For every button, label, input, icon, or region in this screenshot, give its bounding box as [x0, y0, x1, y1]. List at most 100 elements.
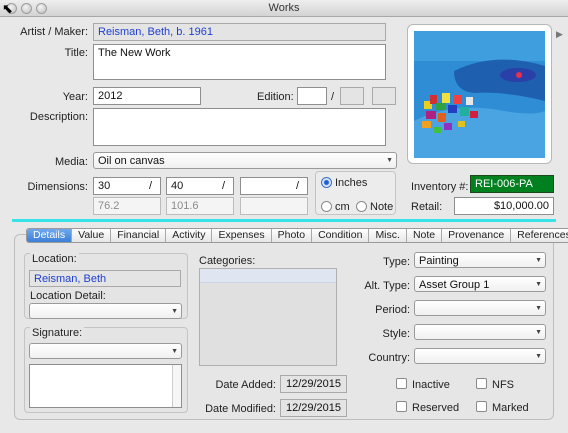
- tab-misc[interactable]: Misc.: [369, 229, 407, 242]
- type-value: Painting: [419, 255, 459, 267]
- tab-details[interactable]: Details: [27, 229, 73, 242]
- categories-list-row[interactable]: [200, 269, 336, 283]
- alt-type-value: Asset Group 1: [419, 279, 490, 291]
- tab-activity[interactable]: Activity: [166, 229, 213, 242]
- inventory-label: Inventory #:: [411, 181, 469, 193]
- signature-label: Signature:: [30, 327, 85, 339]
- year-label: Year:: [62, 91, 88, 103]
- tab-expenses[interactable]: Expenses: [212, 229, 272, 242]
- chevron-down-icon: ▼: [535, 305, 542, 312]
- dimension-separator: /: [148, 180, 152, 192]
- edition-label: Edition:: [257, 91, 294, 103]
- artwork-image-frame[interactable]: [407, 24, 552, 164]
- country-select[interactable]: ▼: [414, 348, 546, 364]
- signature-notes-field[interactable]: [29, 364, 182, 408]
- alt-type-label: Alt. Type:: [364, 280, 410, 292]
- units-cm-label: cm: [335, 201, 350, 213]
- title-field[interactable]: The New Work: [93, 44, 386, 80]
- inactive-checkbox[interactable]: [396, 378, 407, 389]
- style-label: Style:: [382, 328, 410, 340]
- tab-photo[interactable]: Photo: [272, 229, 313, 242]
- date-modified-label: Date Modified:: [205, 403, 276, 415]
- edition-extra-field[interactable]: [372, 87, 396, 105]
- nfs-label: NFS: [492, 379, 514, 391]
- inactive-label: Inactive: [412, 379, 450, 391]
- tab-value[interactable]: Value: [72, 229, 112, 242]
- units-inches-radio[interactable]: [321, 177, 332, 188]
- accent-divider: [12, 219, 556, 222]
- window-titlebar: Works: [0, 0, 568, 17]
- title-label: Title:: [64, 47, 88, 59]
- chevron-down-icon: ▼: [535, 281, 542, 288]
- date-modified-field: 12/29/2015: [280, 399, 347, 417]
- reserved-label: Reserved: [412, 402, 460, 414]
- dimension-height-field[interactable]: 30 /: [93, 177, 161, 195]
- chevron-down-icon: ▼: [171, 308, 178, 315]
- media-label: Media:: [54, 156, 88, 168]
- tab-note[interactable]: Note: [407, 229, 443, 242]
- units-inches-label: Inches: [335, 177, 368, 189]
- units-cm-radio[interactable]: [321, 201, 332, 212]
- type-label: Type:: [383, 256, 410, 268]
- disclosure-arrow-icon[interactable]: ▶: [556, 29, 563, 40]
- artist-label: Artist / Maker:: [20, 26, 88, 38]
- tab-financial[interactable]: Financial: [111, 229, 167, 242]
- edition-separator: /: [331, 91, 335, 103]
- dimensions-label: Dimensions:: [27, 181, 88, 193]
- zoom-window-button[interactable]: [36, 3, 47, 14]
- signature-scrollbar[interactable]: [172, 365, 181, 407]
- tab-provenance[interactable]: Provenance: [442, 229, 512, 242]
- dimension-height-cm: 76.2: [93, 197, 161, 215]
- dimension-height-value: 30: [98, 180, 111, 192]
- dimension-width-field[interactable]: 40 /: [166, 177, 234, 195]
- inventory-field[interactable]: REI-006-PA: [470, 175, 554, 193]
- retail-field[interactable]: $10,000.00: [454, 197, 554, 215]
- chevron-down-icon: ▼: [535, 329, 542, 336]
- categories-list[interactable]: [199, 268, 337, 366]
- tab-bar: Details Value Financial Activity Expense…: [26, 228, 568, 243]
- dimension-depth-cm: [240, 197, 308, 215]
- minimize-window-button[interactable]: [21, 3, 32, 14]
- mouse-cursor-icon: ⬉: [2, 1, 13, 16]
- units-note-radio[interactable]: [356, 201, 367, 212]
- location-label: Location:: [30, 253, 79, 265]
- artwork-thumbnail: [414, 31, 545, 158]
- categories-label: Categories:: [199, 255, 256, 267]
- edition-number-field[interactable]: [297, 87, 327, 105]
- dimension-width-value: 40: [171, 180, 184, 192]
- edition-total-field[interactable]: [340, 87, 364, 105]
- nfs-checkbox[interactable]: [476, 378, 487, 389]
- period-select[interactable]: ▼: [414, 300, 546, 316]
- media-value: Oil on canvas: [98, 155, 165, 167]
- description-field[interactable]: [93, 108, 386, 146]
- dimension-separator: /: [221, 180, 225, 192]
- description-label: Description:: [29, 111, 88, 123]
- date-added-label: Date Added:: [215, 379, 276, 391]
- period-label: Period:: [375, 304, 410, 316]
- alt-type-select[interactable]: Asset Group 1 ▼: [414, 276, 546, 292]
- style-select[interactable]: ▼: [414, 324, 546, 340]
- tab-condition[interactable]: Condition: [312, 229, 370, 242]
- chevron-down-icon: ▼: [535, 353, 542, 360]
- artist-field[interactable]: Reisman, Beth, b. 1961: [93, 23, 386, 41]
- chevron-down-icon: ▼: [171, 348, 178, 355]
- type-select[interactable]: Painting ▼: [414, 252, 546, 268]
- dimension-separator: /: [295, 180, 299, 192]
- year-field[interactable]: 2012: [93, 87, 201, 105]
- units-note-label: Note: [370, 201, 394, 213]
- location-detail-select[interactable]: ▼: [29, 303, 182, 319]
- dimension-depth-field[interactable]: /: [240, 177, 308, 195]
- date-added-field: 12/29/2015: [280, 375, 347, 393]
- signature-select[interactable]: ▼: [29, 343, 182, 359]
- media-select[interactable]: Oil on canvas ▼: [93, 152, 397, 169]
- country-label: Country:: [368, 352, 410, 364]
- window-title: Works: [268, 2, 300, 14]
- tab-references[interactable]: References: [511, 229, 568, 242]
- dimension-width-cm: 101.6: [166, 197, 234, 215]
- chevron-down-icon: ▼: [535, 257, 542, 264]
- marked-checkbox[interactable]: [476, 401, 487, 412]
- retail-label: Retail:: [411, 201, 443, 213]
- location-field[interactable]: Reisman, Beth: [29, 270, 181, 287]
- reserved-checkbox[interactable]: [396, 401, 407, 412]
- location-detail-label: Location Detail:: [30, 290, 106, 302]
